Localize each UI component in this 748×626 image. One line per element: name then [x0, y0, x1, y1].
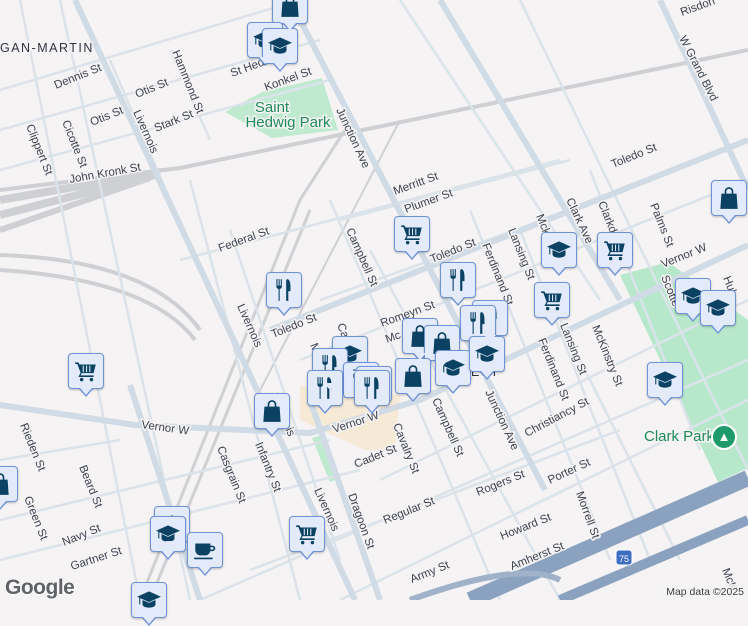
school-marker[interactable]: [435, 350, 471, 394]
bag-marker[interactable]: [711, 180, 747, 224]
school-marker[interactable]: [541, 232, 577, 276]
shopping-cart-icon: [73, 358, 99, 384]
graduation-cap-icon: [440, 355, 466, 381]
street-label: Morrell St: [573, 490, 601, 541]
park-tree-icon[interactable]: ▲: [711, 424, 737, 450]
street-label: Beard St: [76, 464, 104, 511]
graduation-cap-icon: [705, 295, 731, 321]
school-marker[interactable]: [700, 290, 736, 334]
restaurant-marker[interactable]: [440, 262, 476, 306]
street-label: Infantry St: [252, 441, 283, 495]
street-label: Livernois: [234, 302, 264, 349]
street-label: Gartner St: [69, 545, 124, 573]
street-label: Regular St: [382, 495, 438, 527]
map-attribution[interactable]: Map data ©2025: [662, 584, 748, 600]
shopping-cart-icon: [602, 237, 628, 263]
shopping-bag-icon: [400, 363, 426, 389]
school-marker[interactable]: [131, 582, 167, 626]
cart-marker[interactable]: [534, 282, 570, 326]
restaurant-marker[interactable]: [266, 272, 302, 316]
cup-marker[interactable]: [187, 532, 223, 576]
bag-marker[interactable]: [395, 358, 431, 402]
bag-marker[interactable]: [272, 0, 308, 32]
fork-knife-icon: [271, 277, 297, 303]
graduation-cap-icon: [546, 237, 572, 263]
street-label: Navy St: [61, 522, 104, 549]
park-label: Hedwig Park: [245, 114, 331, 131]
shopping-bag-icon: [716, 185, 742, 211]
street-label: Cicotte St: [59, 119, 89, 170]
cart-marker[interactable]: [289, 516, 325, 560]
shopping-bag-icon: [259, 398, 285, 424]
railroad: [0, 48, 748, 600]
street-label: Casgrain St: [214, 445, 248, 506]
bag-marker[interactable]: [0, 466, 18, 510]
graduation-cap-icon: [652, 367, 678, 393]
shopping-cart-icon: [399, 221, 425, 247]
graduation-cap-icon: [136, 587, 162, 613]
street-label: Stark St: [153, 108, 196, 135]
street-label: Rieden St: [17, 422, 47, 474]
cart-marker[interactable]: [597, 232, 633, 276]
street-label: Junction Ave: [482, 388, 520, 452]
shopping-bag-icon: [0, 471, 13, 497]
fork-knife-icon: [445, 267, 471, 293]
street-label: Rogers St: [475, 468, 528, 499]
major-roads: [0, 0, 748, 600]
shopping-cart-icon: [539, 287, 565, 313]
street-label: Clarkd: [595, 200, 619, 235]
map-canvas[interactable]: 75 GAN-MARTIN EST Saint Hedwig Park Clar…: [0, 0, 748, 600]
street-label: Hammond St: [169, 49, 206, 116]
street-label: Risdon: [679, 0, 717, 19]
shopping-cart-icon: [294, 521, 320, 547]
svg-text:75: 75: [619, 554, 629, 564]
cart-marker[interactable]: [394, 216, 430, 260]
google-logo[interactable]: Google: [5, 576, 75, 600]
street-label: McKinstry St: [589, 324, 625, 389]
fork-knife-icon: [465, 310, 491, 336]
neighborhood-label: GAN-MARTIN: [0, 41, 94, 55]
coffee-cup-icon: [192, 537, 218, 563]
graduation-cap-icon: [267, 33, 293, 59]
street-label: Campbell St: [429, 396, 466, 459]
street-label: Otis St: [134, 76, 171, 100]
street-label: Toledo St: [610, 141, 660, 170]
street-label: W Grand Blvd: [676, 34, 719, 103]
street-label: Federal St: [217, 225, 272, 255]
i75-shield: 75: [615, 549, 633, 566]
shopping-bag-icon: [277, 0, 303, 19]
grand-blvd-road: [657, 0, 748, 192]
street-label: Palms St: [647, 202, 676, 250]
street-label: Otis St: [89, 104, 126, 128]
street-label: Green St: [21, 495, 50, 543]
school-marker[interactable]: [647, 362, 683, 406]
cart-marker[interactable]: [68, 353, 104, 397]
park-label: Clark Park: [644, 428, 715, 445]
bag-marker[interactable]: [254, 393, 290, 437]
